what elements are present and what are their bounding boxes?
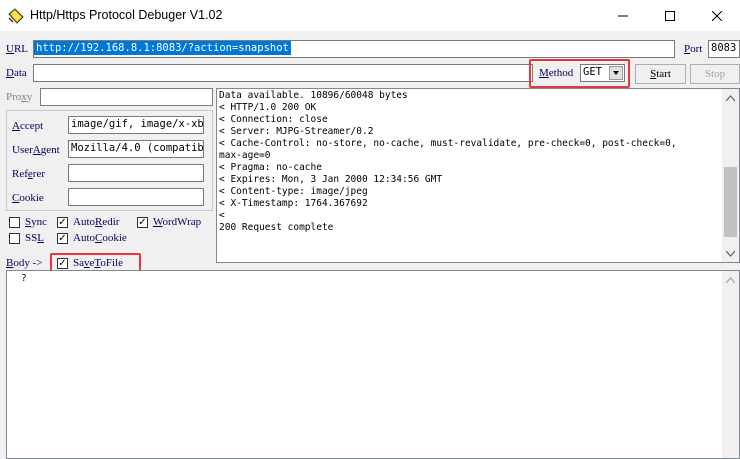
- port-label: Port: [684, 43, 703, 55]
- minimize-button[interactable]: [600, 0, 646, 31]
- url-input[interactable]: http://192.168.8.1:8083/?action=snapshot: [33, 40, 675, 58]
- wordwrap-checkbox[interactable]: ✓: [137, 217, 148, 228]
- accept-label: Accept: [12, 120, 44, 132]
- log-line: < HTTP/1.0 200 OK: [219, 102, 317, 113]
- close-icon: [712, 10, 722, 21]
- sync-label[interactable]: Sync: [25, 216, 47, 228]
- log-line: < Pragma: no-cache: [219, 162, 322, 173]
- maximize-icon: [665, 10, 675, 21]
- scroll-down-icon[interactable]: [722, 245, 739, 262]
- log-line: < Connection: close: [219, 114, 328, 125]
- window-title: Http/Https Protocol Debuger V1.02: [30, 8, 223, 22]
- autoredir-checkbox[interactable]: ✓: [57, 217, 68, 228]
- port-input[interactable]: 8083: [708, 40, 740, 58]
- referer-input[interactable]: [68, 164, 204, 182]
- autoredir-label[interactable]: AutoRedir: [73, 216, 119, 228]
- cookie-input[interactable]: [68, 188, 204, 206]
- response-log[interactable]: Data available. 10896/60048 bytes < HTTP/…: [216, 88, 740, 263]
- log-scrollbar[interactable]: [722, 89, 739, 262]
- sync-checkbox[interactable]: [9, 217, 20, 228]
- ssl-checkbox[interactable]: [9, 233, 20, 244]
- scroll-up-icon[interactable]: [722, 89, 739, 106]
- ssl-label[interactable]: SSL: [25, 232, 44, 244]
- app-icon: [8, 8, 24, 24]
- log-line: Data available. 10896/60048 bytes: [219, 90, 408, 101]
- close-button[interactable]: [694, 0, 740, 31]
- body-scrollbar[interactable]: [722, 271, 739, 458]
- log-line: < Content-type: image/jpeg: [219, 186, 368, 197]
- log-line: < X-Timestamp: 1764.367692: [219, 198, 368, 209]
- accept-input[interactable]: image/gif, image/x-xbi: [68, 116, 204, 134]
- maximize-button[interactable]: [647, 0, 693, 31]
- minimize-icon: [618, 15, 628, 16]
- log-line: <: [219, 210, 225, 221]
- useragent-label: UserAgent: [12, 144, 60, 156]
- cookie-label: Cookie: [12, 192, 44, 204]
- scroll-thumb[interactable]: [724, 167, 737, 237]
- referer-label: Referer: [12, 168, 45, 180]
- log-line: < Cache-Control: no-store, no-cache, mus…: [219, 138, 677, 149]
- proxy-label: Proxy: [6, 91, 33, 103]
- log-line: 200 Request complete: [219, 222, 334, 233]
- start-button[interactable]: Start: [635, 64, 686, 84]
- useragent-input[interactable]: Mozilla/4.0 (compatibl: [68, 140, 204, 158]
- stop-button[interactable]: Stop: [690, 64, 740, 84]
- wordwrap-label[interactable]: WordWrap: [153, 216, 201, 228]
- data-label: Data: [6, 67, 27, 79]
- title-bar: Http/Https Protocol Debuger V1.02: [0, 0, 740, 31]
- proxy-input[interactable]: [40, 88, 213, 106]
- log-line: max-age=0: [219, 150, 271, 161]
- log-line: < Expires: Mon, 3 Jan 2000 12:34:56 GMT: [219, 174, 443, 185]
- body-label: Body ->: [6, 257, 43, 269]
- autocookie-checkbox[interactable]: ✓: [57, 233, 68, 244]
- app-window: Http/Https Protocol Debuger V1.02 URL ht…: [0, 0, 740, 459]
- response-log-text: Data available. 10896/60048 bytes < HTTP/…: [217, 89, 739, 235]
- url-label: URL: [6, 43, 29, 55]
- body-content-text: ?: [21, 273, 27, 284]
- data-input[interactable]: [33, 64, 533, 82]
- body-content[interactable]: ?: [6, 270, 740, 459]
- log-line: < Server: MJPG-Streamer/0.2: [219, 126, 374, 137]
- autocookie-label[interactable]: AutoCookie: [73, 232, 127, 244]
- method-highlight: [529, 59, 630, 88]
- scroll-up-icon[interactable]: [722, 271, 739, 288]
